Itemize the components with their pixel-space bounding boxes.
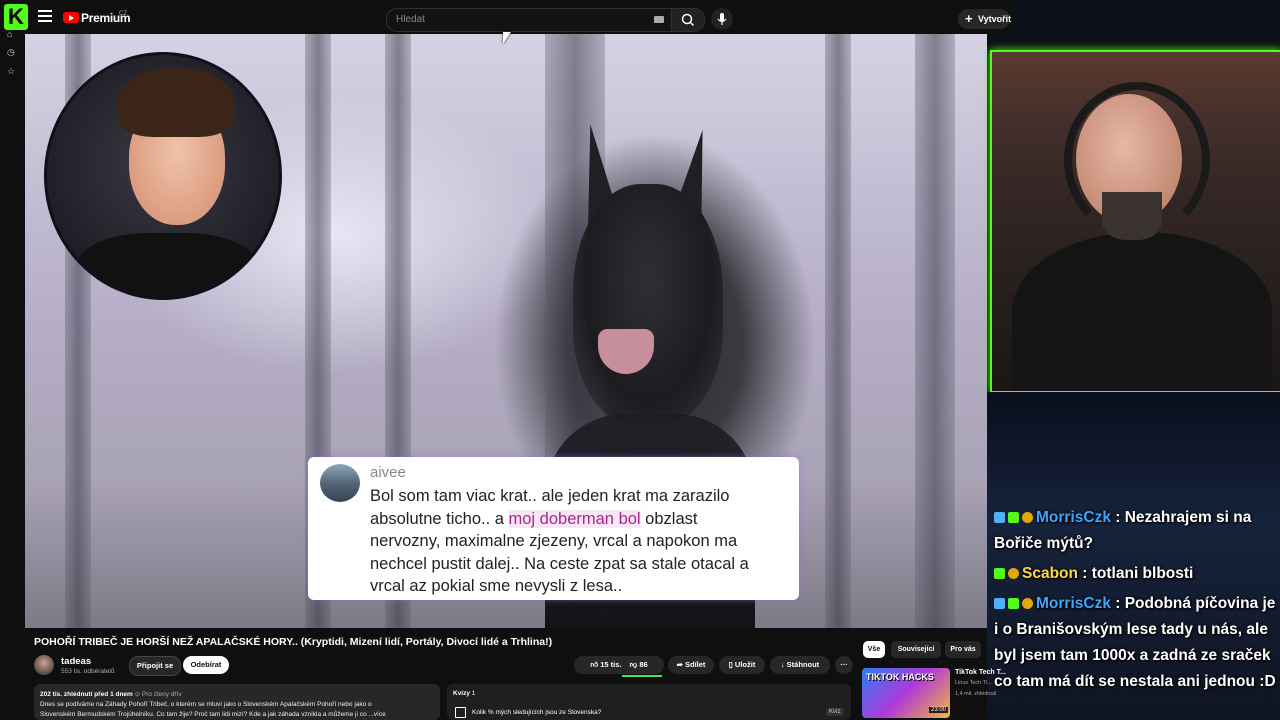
microphone-icon <box>717 13 727 25</box>
facecam-shirt <box>77 233 257 297</box>
download-icon: ↓ <box>780 660 785 669</box>
kick-logo: K <box>4 4 28 30</box>
like-dislike-group[interactable]: 👍︎ 15 tis. 👎︎ 86 <box>574 656 664 674</box>
chat-username[interactable]: Scabon <box>1022 565 1078 582</box>
gold-badge-icon <box>1008 568 1019 579</box>
dislike-icon[interactable]: 👎︎ <box>630 660 638 669</box>
comment-line: nervozny, maximalne zjezeny, vrcal a nap… <box>370 532 738 550</box>
home-icon[interactable]: ⌂ <box>7 29 17 39</box>
search-box[interactable] <box>386 8 672 32</box>
comment-line: Bol som tam viac krat.. ale jeden krat m… <box>370 487 730 505</box>
youtube-logo-icon[interactable] <box>63 12 79 23</box>
chat-message: MorrisCzk : Nezahrajem si na Bořiče mýtů… <box>994 505 1280 557</box>
cube-badge-icon <box>994 512 1005 523</box>
like-icon[interactable]: 👍︎ <box>590 660 598 669</box>
video-title: POHOŘÍ TRIBEČ JE HORŠÍ NEŽ APALAČSKÉ HOR… <box>34 636 553 648</box>
share-label: Sdílet <box>684 660 706 669</box>
save-button[interactable]: ▯ Uložit <box>719 656 765 674</box>
members-tag: Pro členy dřív <box>141 691 182 698</box>
search-icon <box>681 13 695 27</box>
save-label: Uložit <box>734 660 756 669</box>
recommended-channel: Linus Tech Ti... <box>955 680 992 686</box>
bookmark-icon: ▯ <box>728 660 733 669</box>
checkbox-icon[interactable] <box>455 707 466 718</box>
thumbnail-text: TIKTOK HACKS <box>866 672 934 682</box>
region-code: CZ <box>119 11 127 17</box>
members-first-icon: ⊙ <box>134 691 142 698</box>
download-label: Stáhnout <box>786 660 820 669</box>
chat-username[interactable]: MorrisCzk <box>1036 595 1111 612</box>
quiz-question[interactable]: Kolik % mých sledujících jsou ze Slovens… <box>472 709 601 716</box>
menu-icon[interactable] <box>38 10 52 22</box>
facecam-shirt <box>1012 232 1272 391</box>
bot-badge-icon <box>994 568 1005 579</box>
channel-avatar[interactable] <box>34 655 54 675</box>
comment-avatar <box>320 464 360 502</box>
comment-highlight: moj doberman bol <box>508 509 641 528</box>
like-ratio-bar <box>622 675 662 677</box>
star-icon[interactable]: ☆ <box>7 66 17 76</box>
recommended-title[interactable]: TikTok Tech T... <box>955 669 1006 676</box>
chip-all[interactable]: Vše <box>863 641 885 658</box>
dog-head <box>573 184 723 424</box>
chat-message: Scabon : totlani blbosti <box>994 561 1280 587</box>
chat-text: : totlani blbosti <box>1077 565 1194 582</box>
video-duration: 23:00 <box>929 707 949 713</box>
gold-badge-icon <box>1022 512 1033 523</box>
channel-name[interactable]: tadeas <box>61 656 91 667</box>
subscriber-count: 553 tis. odběratelů <box>61 668 115 675</box>
views-line: 202 tis. zhlédnutí před 1 dnem ⊙ Pro čle… <box>40 690 182 698</box>
mouse-cursor-icon <box>503 32 511 44</box>
recommended-views: 1,4 mil. zhlédnutí <box>955 691 997 697</box>
chip-for-you[interactable]: Pro vás <box>945 641 981 658</box>
create-button[interactable]: + Vytvořit <box>958 9 1012 29</box>
plus-icon: + <box>965 11 973 26</box>
cube-badge-icon <box>994 598 1005 609</box>
search-button[interactable] <box>671 8 705 32</box>
facecam-left <box>44 52 282 300</box>
create-label: Vytvořit <box>978 14 1012 24</box>
facecam-right <box>990 50 1280 393</box>
history-icon[interactable]: ◷ <box>7 47 17 57</box>
keyboard-icon[interactable] <box>654 16 664 23</box>
comment-username: aivee <box>370 464 406 481</box>
tree-trunk <box>825 34 851 628</box>
voice-search-button[interactable] <box>711 8 733 30</box>
facecam-hair <box>117 67 235 137</box>
comment-line: absolutne ticho.. a moj doberman bol obz… <box>370 509 698 528</box>
gold-badge-icon <box>1022 598 1033 609</box>
tree-trunk <box>915 34 955 628</box>
headset-icon <box>1064 82 1210 238</box>
left-rail <box>0 34 25 720</box>
join-button[interactable]: Připojit se <box>129 656 181 676</box>
chat-message: MorrisCzk : Podobná píčovina je i o Bran… <box>994 591 1280 695</box>
bot-badge-icon <box>1008 598 1019 609</box>
quiz-tag: Kvíz <box>826 708 844 716</box>
description-line: Slovenském Bermudském Trojúhelníku. Co t… <box>40 711 386 718</box>
description-line: Dnes se podíváme na Záhady Pohoří Tribeč… <box>40 701 372 708</box>
comment-line: vrcal az pokial sme nevysli z lesa.. <box>370 577 623 595</box>
chip-related[interactable]: Související <box>891 641 941 658</box>
comment-line: nechcel pustit dalej.. Na ceste zpat sa … <box>370 554 749 573</box>
more-actions-button[interactable]: ··· <box>835 656 853 674</box>
views-date: 202 tis. zhlédnutí před 1 dnem <box>40 691 133 698</box>
dislike-count: 86 <box>639 660 648 669</box>
share-icon: ➦ <box>676 660 683 669</box>
chat-username[interactable]: MorrisCzk <box>1036 509 1111 526</box>
quiz-title-label: Kvízy <box>453 690 470 697</box>
bot-badge-icon <box>1008 512 1019 523</box>
quiz-title: Kvízy 1 <box>453 690 475 697</box>
search-input[interactable]: Hledat <box>396 14 425 25</box>
share-button[interactable]: ➦ Sdílet <box>668 656 714 674</box>
like-count: 15 tis. <box>600 660 622 669</box>
quiz-count: 1 <box>471 690 476 697</box>
download-button[interactable]: ↓ Stáhnout <box>770 656 830 674</box>
subscribe-button[interactable]: Odebírat <box>183 656 229 674</box>
